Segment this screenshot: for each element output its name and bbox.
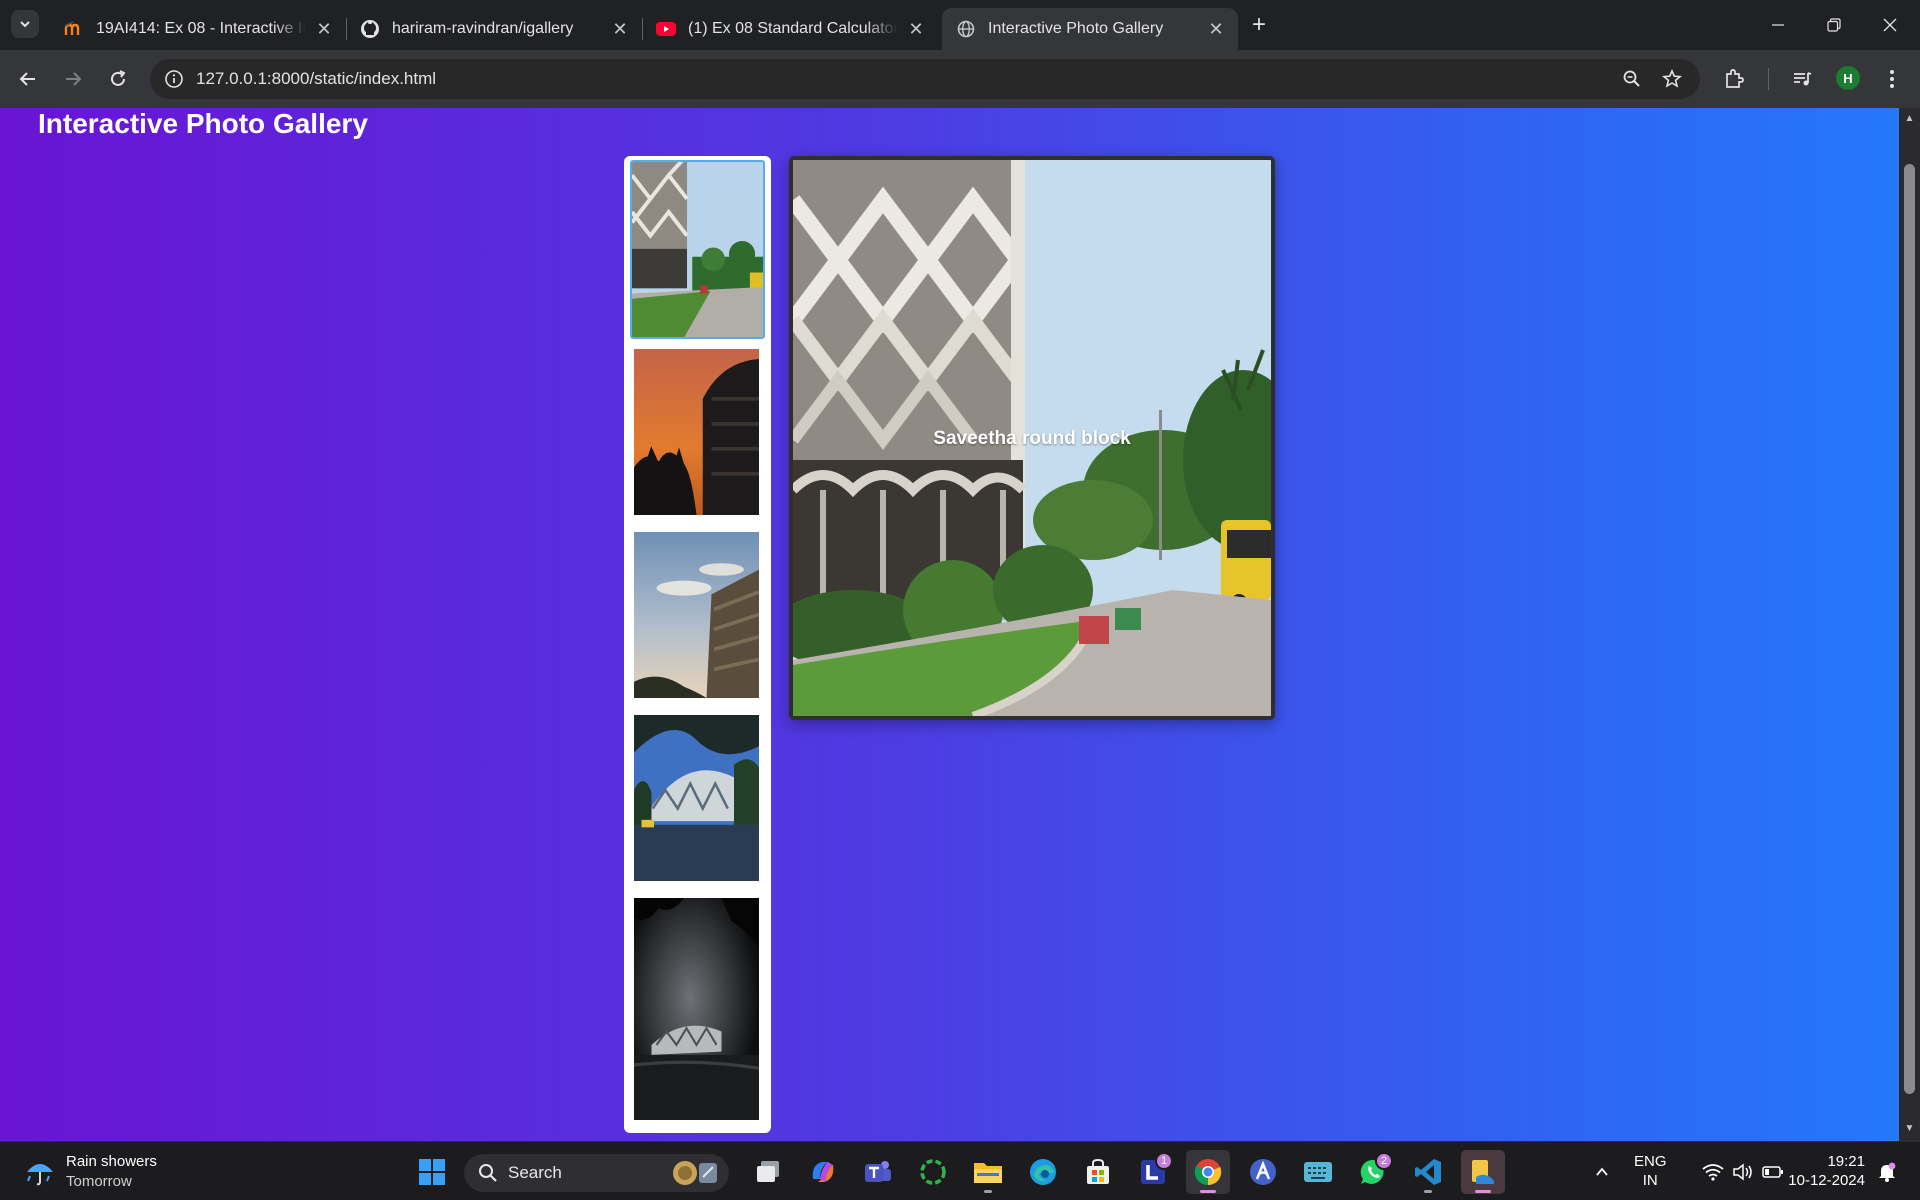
active-indicator	[1475, 1190, 1491, 1193]
browser-toolbar: 127.0.0.1:8000/static/index.html H	[0, 50, 1920, 108]
tab-title: Interactive Photo Gallery	[988, 20, 1164, 37]
files-app-icon[interactable]	[1461, 1150, 1505, 1194]
close-icon[interactable]: ✕	[314, 19, 334, 39]
edge-icon[interactable]	[1021, 1150, 1065, 1194]
vscode-icon[interactable]	[1406, 1150, 1450, 1194]
youtube-icon	[656, 19, 676, 39]
forward-button[interactable]	[57, 63, 89, 95]
close-window-button[interactable]	[1862, 0, 1918, 50]
active-indicator	[1200, 1190, 1216, 1193]
thumbnail-4[interactable]	[634, 715, 759, 881]
moodle-icon	[64, 19, 84, 39]
arrow-right-icon	[66, 72, 82, 86]
copilot-bubble-icon	[673, 1161, 717, 1185]
tab-strip: 19AI414: Ex 08 - Interactive Ima ✕ harir…	[0, 0, 1920, 50]
bookmark-star-icon[interactable]	[1660, 67, 1684, 91]
scroll-thumb[interactable]	[1904, 164, 1915, 1094]
page-title: Interactive Photo Gallery	[38, 108, 368, 139]
reload-button[interactable]	[102, 63, 134, 95]
more-options-icon[interactable]	[1876, 63, 1908, 95]
file-explorer-icon[interactable]	[966, 1150, 1010, 1194]
tab-youtube[interactable]: (1) Ex 08 Standard Calculator De ✕	[642, 8, 938, 50]
restore-button[interactable]	[1806, 0, 1862, 50]
weather-widget[interactable]: Rain showers Tomorrow	[24, 1152, 157, 1192]
close-icon	[1883, 18, 1897, 32]
image-caption: Saveetha round block	[933, 428, 1131, 449]
thumbnail-1[interactable]	[630, 160, 765, 339]
weather-title: Rain showers	[66, 1153, 157, 1170]
clock-date: 10-12-2024	[1788, 1172, 1865, 1189]
toolbar-divider	[1768, 68, 1769, 90]
tab-search-button[interactable]	[11, 10, 39, 38]
windows-logo-icon	[419, 1159, 445, 1185]
tab-title: (1) Ex 08 Standard Calculator De	[688, 20, 898, 37]
arc-app-icon[interactable]	[1241, 1150, 1285, 1194]
system-clock[interactable]: 19:21 10-12-2024	[1780, 1152, 1865, 1190]
page-viewport: Interactive Photo Gallery Saveetha round…	[0, 108, 1920, 1141]
weather-subtitle: Tomorrow	[66, 1173, 132, 1190]
keyboard-app-icon[interactable]	[1296, 1150, 1340, 1194]
page-scrollbar[interactable]: ▲ ▼	[1899, 108, 1920, 1141]
taskbar-search[interactable]: Search	[464, 1154, 729, 1192]
language-line-2: IN	[1642, 1172, 1658, 1189]
chevron-up-icon	[1596, 1167, 1608, 1176]
minimize-icon	[1772, 24, 1784, 26]
search-label: Search	[508, 1163, 562, 1182]
zoom-icon[interactable]	[1620, 67, 1644, 91]
chrome-icon[interactable]	[1186, 1150, 1230, 1194]
tab-interactive-photo-gallery[interactable]: Interactive Photo Gallery ✕	[942, 8, 1238, 50]
whatsapp-icon[interactable]: 2	[1351, 1150, 1395, 1194]
l-app-icon[interactable]: 1	[1131, 1150, 1175, 1194]
close-icon[interactable]: ✕	[906, 19, 926, 39]
site-info-icon[interactable]	[162, 67, 186, 91]
rain-umbrella-icon	[27, 1164, 53, 1186]
tab-title: hariram-ravindran/igallery	[392, 20, 574, 37]
scroll-up-arrow[interactable]: ▲	[1903, 112, 1916, 125]
scroll-down-arrow[interactable]: ▼	[1903, 1122, 1916, 1135]
running-indicator	[1424, 1190, 1432, 1193]
start-button[interactable]	[410, 1150, 454, 1194]
reload-icon	[111, 70, 126, 86]
search-icon	[479, 1164, 497, 1182]
arrow-left-icon	[19, 72, 35, 86]
close-icon[interactable]: ✕	[1206, 19, 1226, 39]
github-icon	[360, 19, 380, 39]
language-line-1: ENG	[1634, 1153, 1667, 1170]
language-indicator[interactable]: ENG IN	[1634, 1152, 1667, 1190]
store-icon[interactable]	[1076, 1150, 1120, 1194]
clock-time: 19:21	[1827, 1153, 1865, 1170]
chevron-down-icon	[20, 21, 30, 28]
task-view-icon[interactable]	[746, 1150, 790, 1194]
thumbnail-5[interactable]	[634, 898, 759, 1120]
teams-icon[interactable]	[856, 1150, 900, 1194]
close-icon[interactable]: ✕	[610, 19, 630, 39]
restore-icon	[1827, 18, 1841, 32]
back-button[interactable]	[12, 63, 44, 95]
notification-badge: 2	[1375, 1152, 1393, 1170]
profile-avatar[interactable]: H	[1836, 66, 1860, 90]
notification-bell-icon[interactable]	[1872, 1150, 1902, 1194]
volume-icon	[1733, 1163, 1752, 1181]
thumbnail-3[interactable]	[634, 532, 759, 698]
minimize-button[interactable]	[1750, 0, 1806, 50]
notification-badge: 1	[1155, 1152, 1173, 1170]
new-tab-button[interactable]: +	[1245, 11, 1273, 39]
wifi-icon	[1702, 1164, 1724, 1181]
windows-taskbar: Rain showers Tomorrow Search 1 2 ENG IN …	[0, 1141, 1920, 1200]
tab-title: 19AI414: Ex 08 - Interactive Ima	[96, 20, 306, 37]
main-image-viewer: Saveetha round block	[789, 156, 1275, 720]
tab-github[interactable]: hariram-ravindran/igallery ✕	[346, 8, 642, 50]
media-controls-icon[interactable]	[1786, 63, 1818, 95]
thumbnail-2[interactable]	[634, 349, 759, 515]
show-hidden-icons-button[interactable]	[1580, 1150, 1624, 1194]
url-text: 127.0.0.1:8000/static/index.html	[196, 69, 437, 88]
tab-moodle[interactable]: 19AI414: Ex 08 - Interactive Ima ✕	[50, 8, 346, 50]
running-indicator	[984, 1190, 992, 1193]
copilot-app-icon[interactable]	[801, 1150, 845, 1194]
progress-app-icon[interactable]	[911, 1150, 955, 1194]
extensions-icon[interactable]	[1718, 63, 1750, 95]
thumbnail-strip	[624, 156, 771, 1133]
address-bar[interactable]: 127.0.0.1:8000/static/index.html	[150, 59, 1700, 99]
globe-icon	[956, 19, 976, 39]
